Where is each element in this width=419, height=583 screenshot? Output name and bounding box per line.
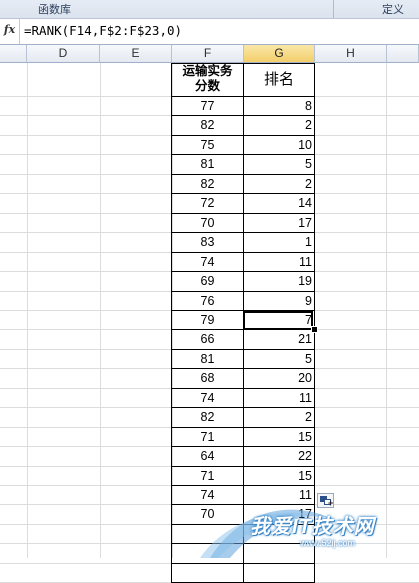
rank-cell[interactable]: 5 [244,350,312,369]
rank-cell[interactable]: 11 [244,253,312,272]
header-score-cell[interactable]: 运输实务 分数 [172,64,243,96]
score-cell[interactable]: 72 [172,194,243,213]
ribbon-separator [333,0,334,18]
ribbon-group-function-library[interactable]: 函数库 [38,1,71,17]
rank-cell[interactable]: 15 [244,428,312,447]
ribbon-strip: 函数库 定义 [0,0,419,19]
score-cell[interactable]: 82 [172,408,243,427]
score-cell[interactable]: 81 [172,155,243,174]
rank-cell[interactable]: 9 [244,292,312,311]
table-border-horizontal [171,563,315,564]
rank-cell[interactable]: 1 [244,233,312,252]
column-header-e[interactable]: E [100,45,172,63]
score-cell[interactable]: 82 [172,175,243,194]
rank-cell[interactable]: 14 [244,194,312,213]
score-cell[interactable]: 77 [172,97,243,116]
formula-bar: fx =RANK(F14,F$2:F$23,0) [0,19,419,45]
score-cell[interactable]: 70 [172,214,243,233]
rank-cell[interactable]: 22 [244,447,312,466]
watermark-text: 我爱IT技术网 [250,516,375,538]
column-header-f[interactable]: F [172,45,244,63]
score-cell[interactable]: 68 [172,369,243,388]
score-cell[interactable]: 71 [172,467,243,486]
rank-cell[interactable]: 20 [244,369,312,388]
score-cell[interactable]: 76 [172,292,243,311]
table-border-horizontal [171,63,315,64]
score-cell[interactable]: 66 [172,330,243,349]
column-header-d[interactable]: D [27,45,100,63]
active-cell-border[interactable] [243,311,313,330]
rank-cell[interactable]: 2 [244,175,312,194]
header-rank-cell[interactable]: 排名 [244,64,314,96]
formula-input[interactable]: =RANK(F14,F$2:F$23,0) [24,23,182,38]
insert-function-icon[interactable]: fx [0,19,20,44]
rank-cell[interactable]: 5 [244,155,312,174]
score-cell[interactable]: 81 [172,350,243,369]
rank-cell[interactable]: 21 [244,330,312,349]
score-cell[interactable]: 83 [172,233,243,252]
rank-cell[interactable]: 15 [244,467,312,486]
rank-cell[interactable]: 2 [244,408,312,427]
column-header-h[interactable]: H [315,45,387,63]
score-cell[interactable]: 71 [172,428,243,447]
watermark-url: www.52ij.com [300,538,356,548]
header-score-line1: 运输实务 [182,64,233,78]
header-score-line2: 分数 [194,79,220,93]
score-cell[interactable]: 64 [172,447,243,466]
rank-cell[interactable]: 17 [244,214,312,233]
rank-cell[interactable]: 2 [244,116,312,135]
column-header-g[interactable]: G [244,45,315,63]
rank-cell[interactable]: 11 [244,389,312,408]
column-header-right-partial[interactable] [387,45,419,63]
rank-cell[interactable]: 10 [244,136,312,155]
score-cell[interactable]: 74 [172,253,243,272]
rank-cell[interactable]: 19 [244,272,312,291]
ribbon-group-defined-names[interactable]: 定义 [382,1,404,17]
score-cell[interactable]: 79 [172,311,243,330]
score-cell[interactable]: 74 [172,389,243,408]
score-cell[interactable]: 82 [172,116,243,135]
score-cell[interactable]: 69 [172,272,243,291]
score-cell[interactable]: 75 [172,136,243,155]
rank-cell[interactable]: 8 [244,97,312,116]
fill-handle[interactable] [311,326,318,333]
column-header-left-partial[interactable] [0,45,27,63]
